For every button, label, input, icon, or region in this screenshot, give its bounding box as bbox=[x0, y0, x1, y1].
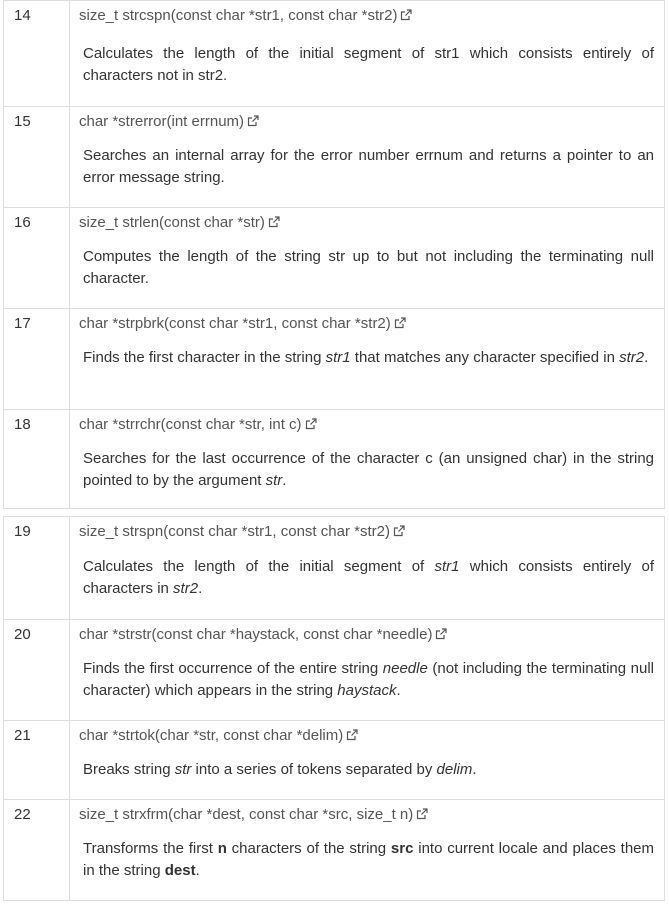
row-number: 18 bbox=[4, 410, 70, 509]
function-description: Finds the first character in the string … bbox=[83, 349, 649, 366]
external-link-icon[interactable] bbox=[346, 729, 358, 741]
function-link[interactable]: char *strpbrk(const char *str1, const ch… bbox=[79, 315, 406, 332]
table-row: 20 char *strstr(const char *haystack, co… bbox=[4, 619, 664, 720]
row-number: 21 bbox=[4, 721, 70, 799]
function-description: Finds the first occurrence of the entire… bbox=[83, 660, 654, 699]
external-link-icon[interactable] bbox=[393, 525, 405, 537]
row-number: 20 bbox=[4, 620, 70, 720]
function-signature[interactable]: size_t strxfrm(char *dest, const char *s… bbox=[79, 806, 413, 823]
function-signature[interactable]: size_t strspn(const char *str1, const ch… bbox=[79, 523, 390, 540]
function-table-bottom: 19 size_t strspn(const char *str1, const… bbox=[3, 516, 665, 901]
function-link[interactable]: size_t strcspn(const char *str1, const c… bbox=[79, 7, 413, 24]
external-link-icon[interactable] bbox=[247, 115, 259, 127]
row-number: 14 bbox=[4, 1, 70, 106]
function-description: Calculates the length of the initial seg… bbox=[83, 45, 654, 84]
function-description: Searches an internal array for the error… bbox=[83, 147, 654, 186]
row-number: 15 bbox=[4, 107, 70, 207]
function-link[interactable]: char *strstr(const char *haystack, const… bbox=[79, 626, 448, 643]
function-link[interactable]: size_t strspn(const char *str1, const ch… bbox=[79, 523, 405, 540]
function-description: Breaks string str into a series of token… bbox=[83, 761, 477, 778]
external-link-icon[interactable] bbox=[268, 216, 280, 228]
function-signature[interactable]: char *strpbrk(const char *str1, const ch… bbox=[79, 315, 391, 332]
function-link[interactable]: size_t strlen(const char *str) bbox=[79, 214, 280, 231]
table-row: 14 size_t strcspn(const char *str1, cons… bbox=[4, 1, 664, 106]
table-row: 16 size_t strlen(const char *str) Comput… bbox=[4, 207, 664, 308]
function-description: Searches for the last occurrence of the … bbox=[83, 450, 654, 489]
function-link[interactable]: size_t strxfrm(char *dest, const char *s… bbox=[79, 806, 428, 823]
table-row: 19 size_t strspn(const char *str1, const… bbox=[4, 517, 664, 619]
function-table-top: 14 size_t strcspn(const char *str1, cons… bbox=[3, 0, 665, 509]
function-signature[interactable]: char *strtok(char *str, const char *deli… bbox=[79, 727, 343, 744]
table-row: 15 char *strerror(int errnum) Searches a… bbox=[4, 106, 664, 207]
table-row: 17 char *strpbrk(const char *str1, const… bbox=[4, 308, 664, 409]
function-signature[interactable]: char *strerror(int errnum) bbox=[79, 113, 244, 130]
row-number: 22 bbox=[4, 800, 70, 900]
function-link[interactable]: char *strerror(int errnum) bbox=[79, 113, 259, 130]
function-signature[interactable]: size_t strcspn(const char *str1, const c… bbox=[79, 7, 397, 24]
external-link-icon[interactable] bbox=[400, 9, 413, 21]
function-link[interactable]: char *strtok(char *str, const char *deli… bbox=[79, 727, 358, 744]
table-row: 18 char *strrchr(const char *str, int c)… bbox=[4, 409, 664, 509]
function-description: Computes the length of the string str up… bbox=[83, 248, 654, 287]
function-description: Calculates the length of the initial seg… bbox=[83, 558, 654, 597]
table-row: 22 size_t strxfrm(char *dest, const char… bbox=[4, 799, 664, 900]
function-signature[interactable]: char *strrchr(const char *str, int c) bbox=[79, 416, 302, 433]
external-link-icon[interactable] bbox=[305, 418, 317, 430]
row-number: 19 bbox=[4, 517, 70, 619]
function-link[interactable]: char *strrchr(const char *str, int c) bbox=[79, 416, 317, 433]
function-description: Transforms the first n characters of the… bbox=[83, 840, 654, 879]
function-signature[interactable]: char *strstr(const char *haystack, const… bbox=[79, 626, 432, 643]
external-link-icon[interactable] bbox=[394, 317, 406, 329]
table-row: 21 char *strtok(char *str, const char *d… bbox=[4, 720, 664, 799]
row-number: 16 bbox=[4, 208, 70, 308]
function-signature[interactable]: size_t strlen(const char *str) bbox=[79, 214, 265, 231]
external-link-icon[interactable] bbox=[435, 628, 448, 640]
row-number: 17 bbox=[4, 309, 70, 409]
external-link-icon[interactable] bbox=[416, 808, 428, 820]
